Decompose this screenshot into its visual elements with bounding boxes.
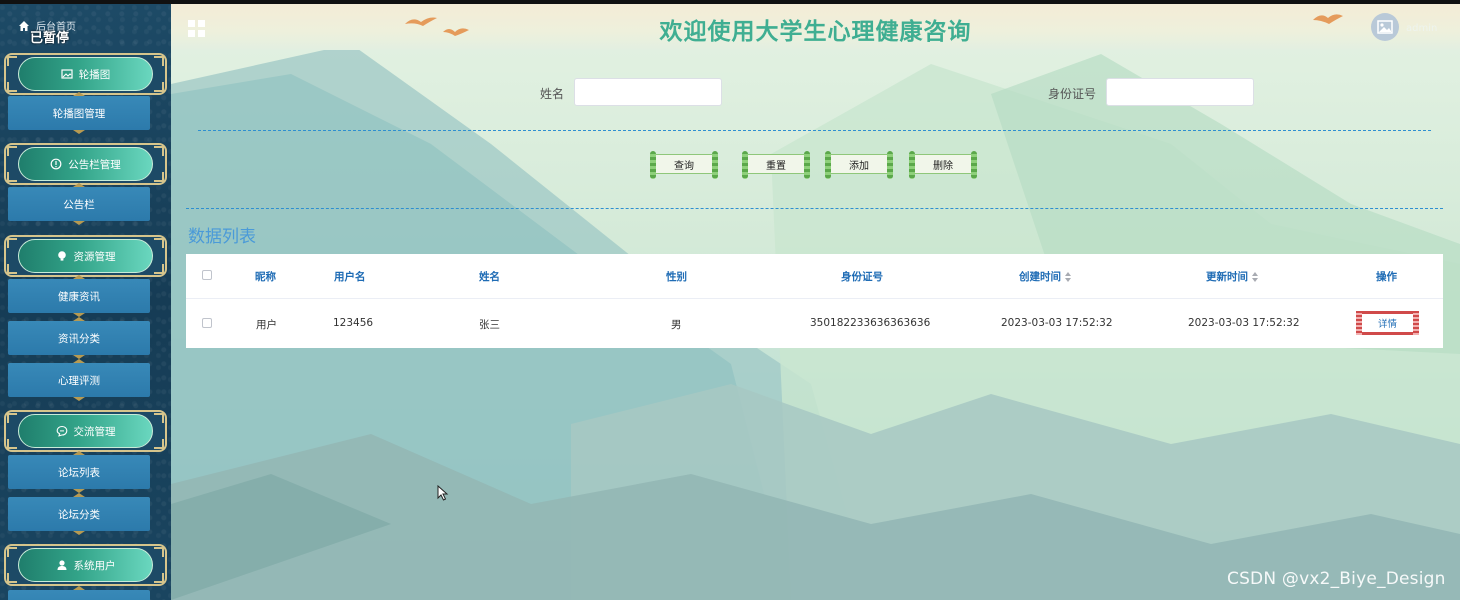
sidebar-item-label: 论坛列表 <box>58 466 100 479</box>
cell-username: 123456 <box>333 317 374 329</box>
divider-dashed <box>198 130 1431 131</box>
add-button-label: 添加 <box>849 160 869 172</box>
bulb-icon <box>57 251 66 261</box>
sort-icon[interactable] <box>1252 272 1258 282</box>
name-search-input[interactable] <box>574 78 722 106</box>
sidebar-item-label: 轮播图管理 <box>52 107 106 120</box>
cell-gender: 男 <box>671 319 682 331</box>
sidebar-group-users[interactable]: 系统用户 <box>4 544 167 586</box>
top-header: 欢迎使用大学生心理健康咨询 admin <box>171 4 1460 50</box>
reset-button[interactable]: 重置 <box>742 151 810 179</box>
updated-header-label: 更新时间 <box>1206 271 1248 283</box>
created-header-label: 创建时间 <box>1019 271 1061 283</box>
detail-button[interactable]: 详情 <box>1356 311 1419 335</box>
sidebar-item-partial[interactable] <box>8 590 150 600</box>
query-button[interactable]: 查询 <box>650 151 718 179</box>
group-label: 轮播图 <box>78 68 111 81</box>
sidebar-item-label: 心理评测 <box>58 374 100 387</box>
column-header-updated[interactable]: 更新时间 <box>1206 269 1258 284</box>
delete-button[interactable]: 删除 <box>909 151 977 179</box>
data-table: 昵称 用户名 姓名 性别 身份证号 创建时间 更新时间 操作 用户 123456… <box>186 254 1443 348</box>
cell-updated: 2023-03-03 17:52:32 <box>1188 317 1300 329</box>
column-header-action: 操作 <box>1376 271 1397 283</box>
sidebar-item-health-news[interactable]: 健康资讯 <box>8 279 150 313</box>
image-icon <box>61 69 73 79</box>
sidebar-item-forum-category[interactable]: 论坛分类 <box>8 497 150 531</box>
name-search-label: 姓名 <box>540 87 565 101</box>
sidebar-item-label: 资讯分类 <box>58 332 100 345</box>
data-list-title: 数据列表 <box>188 227 256 247</box>
avatar[interactable] <box>1371 13 1399 41</box>
user-avatar-icon <box>1377 20 1393 34</box>
divider-dashed <box>186 208 1443 209</box>
column-header-nickname: 昵称 <box>255 271 276 283</box>
column-header-username: 用户名 <box>334 271 366 283</box>
column-header-id-number: 身份证号 <box>841 271 883 283</box>
sidebar-home-link[interactable]: 后台首页 已暂停 <box>14 18 164 46</box>
sidebar-group-carousel[interactable]: 轮播图 <box>4 53 167 95</box>
group-label: 交流管理 <box>73 425 116 438</box>
home-icon <box>19 21 29 31</box>
chat-icon <box>56 425 67 437</box>
sidebar-item-label: 健康资讯 <box>58 290 100 303</box>
group-header[interactable]: 轮播图 <box>18 57 153 91</box>
user-icon <box>57 560 66 570</box>
id-search-input[interactable] <box>1106 78 1254 106</box>
group-label: 资源管理 <box>73 250 116 263</box>
reset-button-label: 重置 <box>766 160 786 172</box>
column-header-name: 姓名 <box>479 271 500 283</box>
sort-icon[interactable] <box>1065 272 1071 282</box>
sidebar-item-label: 公告栏 <box>63 198 95 211</box>
mouse-cursor-icon <box>437 485 449 501</box>
group-label: 系统用户 <box>73 559 116 572</box>
page-title: 欢迎使用大学生心理健康咨询 <box>659 19 972 45</box>
detail-button-label: 详情 <box>1377 319 1397 330</box>
table-divider <box>186 298 1443 299</box>
admin-username[interactable]: admin <box>1406 23 1437 34</box>
group-header[interactable]: 公告栏管理 <box>18 147 153 181</box>
column-header-gender: 性别 <box>666 271 687 283</box>
cell-id-number: 350182233636363636 <box>810 317 931 329</box>
select-all-checkbox[interactable] <box>202 270 212 280</box>
sidebar-group-forum[interactable]: 交流管理 <box>4 410 167 452</box>
cell-nickname: 用户 <box>256 319 277 331</box>
id-search-label: 身份证号 <box>1048 87 1097 101</box>
group-header[interactable]: 交流管理 <box>18 414 153 448</box>
row-checkbox[interactable] <box>202 318 212 328</box>
sidebar-item-forum-list[interactable]: 论坛列表 <box>8 455 150 489</box>
group-label: 公告栏管理 <box>68 158 121 171</box>
cell-name: 张三 <box>479 319 500 331</box>
csdn-watermark: CSDN @vx2_Biye_Design <box>1227 569 1446 589</box>
main-content: 欢迎使用大学生心理健康咨询 admin 姓名 身份证号 查询 重置 添加 删除 … <box>171 4 1460 600</box>
sidebar: 后台首页 已暂停 轮播图 轮播图管理 公告栏管理 公告栏 资源管理 健康资讯 资… <box>0 4 171 600</box>
sidebar-item-carousel-manage[interactable]: 轮播图管理 <box>8 96 150 130</box>
info-icon <box>50 158 62 170</box>
sidebar-group-notice[interactable]: 公告栏管理 <box>4 143 167 185</box>
sidebar-item-psych-test[interactable]: 心理评测 <box>8 363 150 397</box>
group-header[interactable]: 系统用户 <box>18 548 153 582</box>
delete-button-label: 删除 <box>933 160 953 172</box>
add-button[interactable]: 添加 <box>825 151 893 179</box>
group-header[interactable]: 资源管理 <box>18 239 153 273</box>
sidebar-item-notice[interactable]: 公告栏 <box>8 187 150 221</box>
sidebar-item-news-category[interactable]: 资讯分类 <box>8 321 150 355</box>
query-button-label: 查询 <box>674 160 694 172</box>
sidebar-item-label: 论坛分类 <box>58 508 100 521</box>
column-header-created[interactable]: 创建时间 <box>1019 269 1071 284</box>
cell-created: 2023-03-03 17:52:32 <box>1001 317 1113 329</box>
sidebar-group-resources[interactable]: 资源管理 <box>4 235 167 277</box>
paused-overlay-label: 已暂停 <box>30 31 70 46</box>
